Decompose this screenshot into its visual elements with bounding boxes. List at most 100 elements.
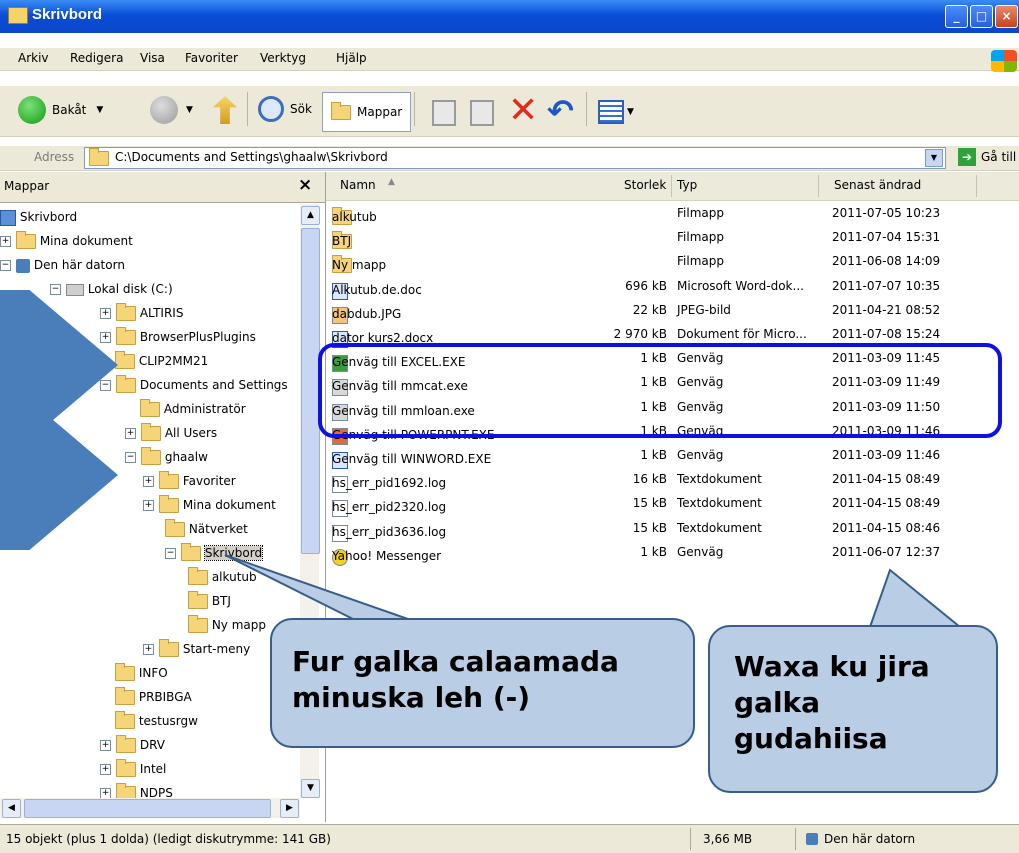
file-row[interactable]: Ny mapp Filmapp 2011-06-08 14:09 [326, 250, 1019, 274]
go-button[interactable]: ➔ Gå till [958, 148, 1016, 166]
tree-item-label: Start-meny [182, 642, 251, 656]
tree-item-label: All Users [164, 426, 218, 440]
tree-item[interactable]: + Mina dokument [0, 230, 133, 252]
column-date[interactable]: Senast ändrad [834, 178, 921, 192]
tree-item[interactable]: Nätverket [165, 518, 248, 540]
folder-icon [159, 471, 179, 489]
search-button[interactable]: Sök [258, 96, 312, 122]
collapse-icon[interactable]: − [0, 260, 11, 271]
chevron-down-icon[interactable]: ▼ [925, 149, 943, 167]
folder-icon [188, 615, 208, 633]
scroll-right-icon[interactable]: ▶ [280, 799, 299, 818]
up-folder-button[interactable] [213, 96, 237, 124]
collapse-icon[interactable]: − [165, 548, 176, 559]
folder-icon [141, 447, 161, 465]
tree-item[interactable]: + All Users [125, 422, 217, 444]
tree-item-label: Favoriter [182, 474, 236, 488]
expand-icon[interactable]: + [100, 740, 111, 751]
collapse-icon[interactable]: − [125, 452, 136, 463]
address-input[interactable]: C:\Documents and Settings\ghaalw\Skrivbo… [84, 147, 946, 169]
expand-icon[interactable]: + [143, 500, 154, 511]
column-size[interactable]: Storlek [624, 178, 666, 192]
tree-item-label: BrowserPlusPlugins [139, 330, 256, 344]
tree-item[interactable]: + ALTIRIS [100, 302, 183, 324]
tree-item[interactable]: Administratör [140, 398, 246, 420]
menu-hjalp[interactable]: Hjälp [336, 51, 367, 65]
tree-item[interactable]: − Lokal disk (C:) [50, 278, 173, 300]
delete-button[interactable]: ✕ [508, 93, 538, 129]
menu-arkiv[interactable]: Arkiv [18, 51, 49, 65]
expand-icon[interactable]: + [125, 428, 136, 439]
documents-icon [16, 231, 36, 249]
minimize-button[interactable]: _ [945, 5, 968, 28]
tree-item[interactable]: testusrgw [115, 710, 198, 732]
file-row[interactable]: Genväg till WINWORD.EXE 1 kB Genväg 2011-03… [326, 444, 1019, 469]
expand-icon[interactable]: + [143, 644, 154, 655]
expand-icon[interactable]: + [100, 764, 111, 775]
copy-to-button[interactable] [470, 100, 494, 126]
tree-item[interactable]: + Mina dokument [143, 494, 276, 516]
tree-item[interactable]: + Intel [100, 758, 166, 780]
file-date: 2011-07-07 10:35 [832, 278, 941, 293]
scroll-down-icon[interactable]: ▼ [301, 779, 320, 798]
file-row[interactable]: Alkutub.de.doc 696 kB Microsoft Word-dok..… [326, 275, 1019, 300]
file-date: 2011-04-15 08:49 [832, 472, 941, 487]
window-title: Skrivbord [32, 6, 103, 23]
file-size: 22 kB [632, 302, 667, 317]
tree-item[interactable]: + DRV [100, 734, 165, 756]
scroll-up-icon[interactable]: ▲ [301, 206, 320, 225]
menu-favoriter[interactable]: Favoriter [185, 51, 238, 65]
folder-icon [8, 7, 28, 24]
expand-icon[interactable]: + [0, 236, 11, 247]
menu-visa[interactable]: Visa [140, 51, 165, 65]
expand-icon[interactable]: + [100, 332, 111, 343]
folders-button[interactable]: Mappar [322, 92, 412, 132]
file-type: Microsoft Word-dok... [677, 278, 804, 293]
tree-item[interactable]: + BrowserPlusPlugins [100, 326, 256, 348]
expand-icon[interactable]: + [143, 476, 154, 487]
close-button[interactable]: × [995, 5, 1018, 28]
horizontal-scrollbar[interactable]: ◀ ▶ [0, 798, 300, 818]
callout-left: Fur galka calaamada minuska leh (-) [270, 618, 695, 748]
column-name[interactable]: Namn [340, 178, 376, 192]
views-button[interactable]: ▼ [598, 100, 634, 124]
collapse-icon[interactable]: − [50, 284, 61, 295]
folder-icon [331, 101, 351, 120]
chevron-down-icon[interactable]: ▼ [96, 105, 103, 115]
collapse-icon[interactable]: − [100, 380, 111, 391]
tree-item[interactable]: INFO [115, 662, 168, 684]
column-type[interactable]: Typ [677, 178, 697, 192]
menu-bar: Arkiv Redigera Visa Favoriter Verktyg Hj… [0, 48, 1019, 71]
chevron-down-icon[interactable]: ▼ [186, 105, 193, 115]
file-size: 1 kB [640, 448, 667, 462]
tree-item[interactable]: + Favoriter [143, 470, 236, 492]
tree-item[interactable]: − Den här datorn [0, 254, 125, 276]
file-row[interactable]: hs_err_pid1692.log 16 kB Textdokument 2011-… [326, 468, 1019, 494]
tree-item[interactable]: PRBIBGA [115, 686, 192, 708]
file-type: Textdokument [677, 472, 762, 487]
back-button[interactable]: Bakåt ▼ [18, 96, 103, 124]
file-row[interactable]: BTJ Filmapp 2011-07-04 15:31 [326, 226, 1019, 250]
tree-item-label: Lokal disk (C:) [87, 282, 173, 296]
tree-item[interactable]: + Start-meny [143, 638, 250, 660]
forward-button[interactable]: ▼ [150, 96, 193, 124]
undo-button[interactable]: ↶ [547, 93, 574, 129]
horizontal-scroll-thumb[interactable] [24, 799, 271, 818]
file-row[interactable]: dabdub.JPG 22 kB JPEG-bild 2011-04-21 08:52 [326, 299, 1019, 324]
close-pane-icon[interactable]: × [298, 175, 312, 195]
tree-item[interactable]: − Documents and Settings [100, 374, 288, 396]
menu-redigera[interactable]: Redigera [70, 51, 123, 65]
tree-item[interactable]: Skrivbord [0, 206, 77, 228]
copy-icon [470, 100, 494, 126]
back-label: Bakåt [52, 103, 87, 117]
move-to-button[interactable] [432, 100, 456, 126]
tree-item[interactable]: CLIP2MM21 [115, 350, 208, 372]
go-arrow-icon: ➔ [958, 148, 976, 166]
scroll-left-icon[interactable]: ◀ [2, 799, 21, 818]
expand-icon[interactable]: + [100, 308, 111, 319]
tree-item[interactable]: − ghaalw [125, 446, 208, 468]
maximize-button[interactable]: □ [970, 5, 993, 28]
file-row[interactable]: alkutub Filmapp 2011-07-05 10:23 [326, 202, 1019, 226]
tree-item-label: Den här datorn [33, 258, 125, 272]
menu-verktyg[interactable]: Verktyg [260, 51, 306, 65]
